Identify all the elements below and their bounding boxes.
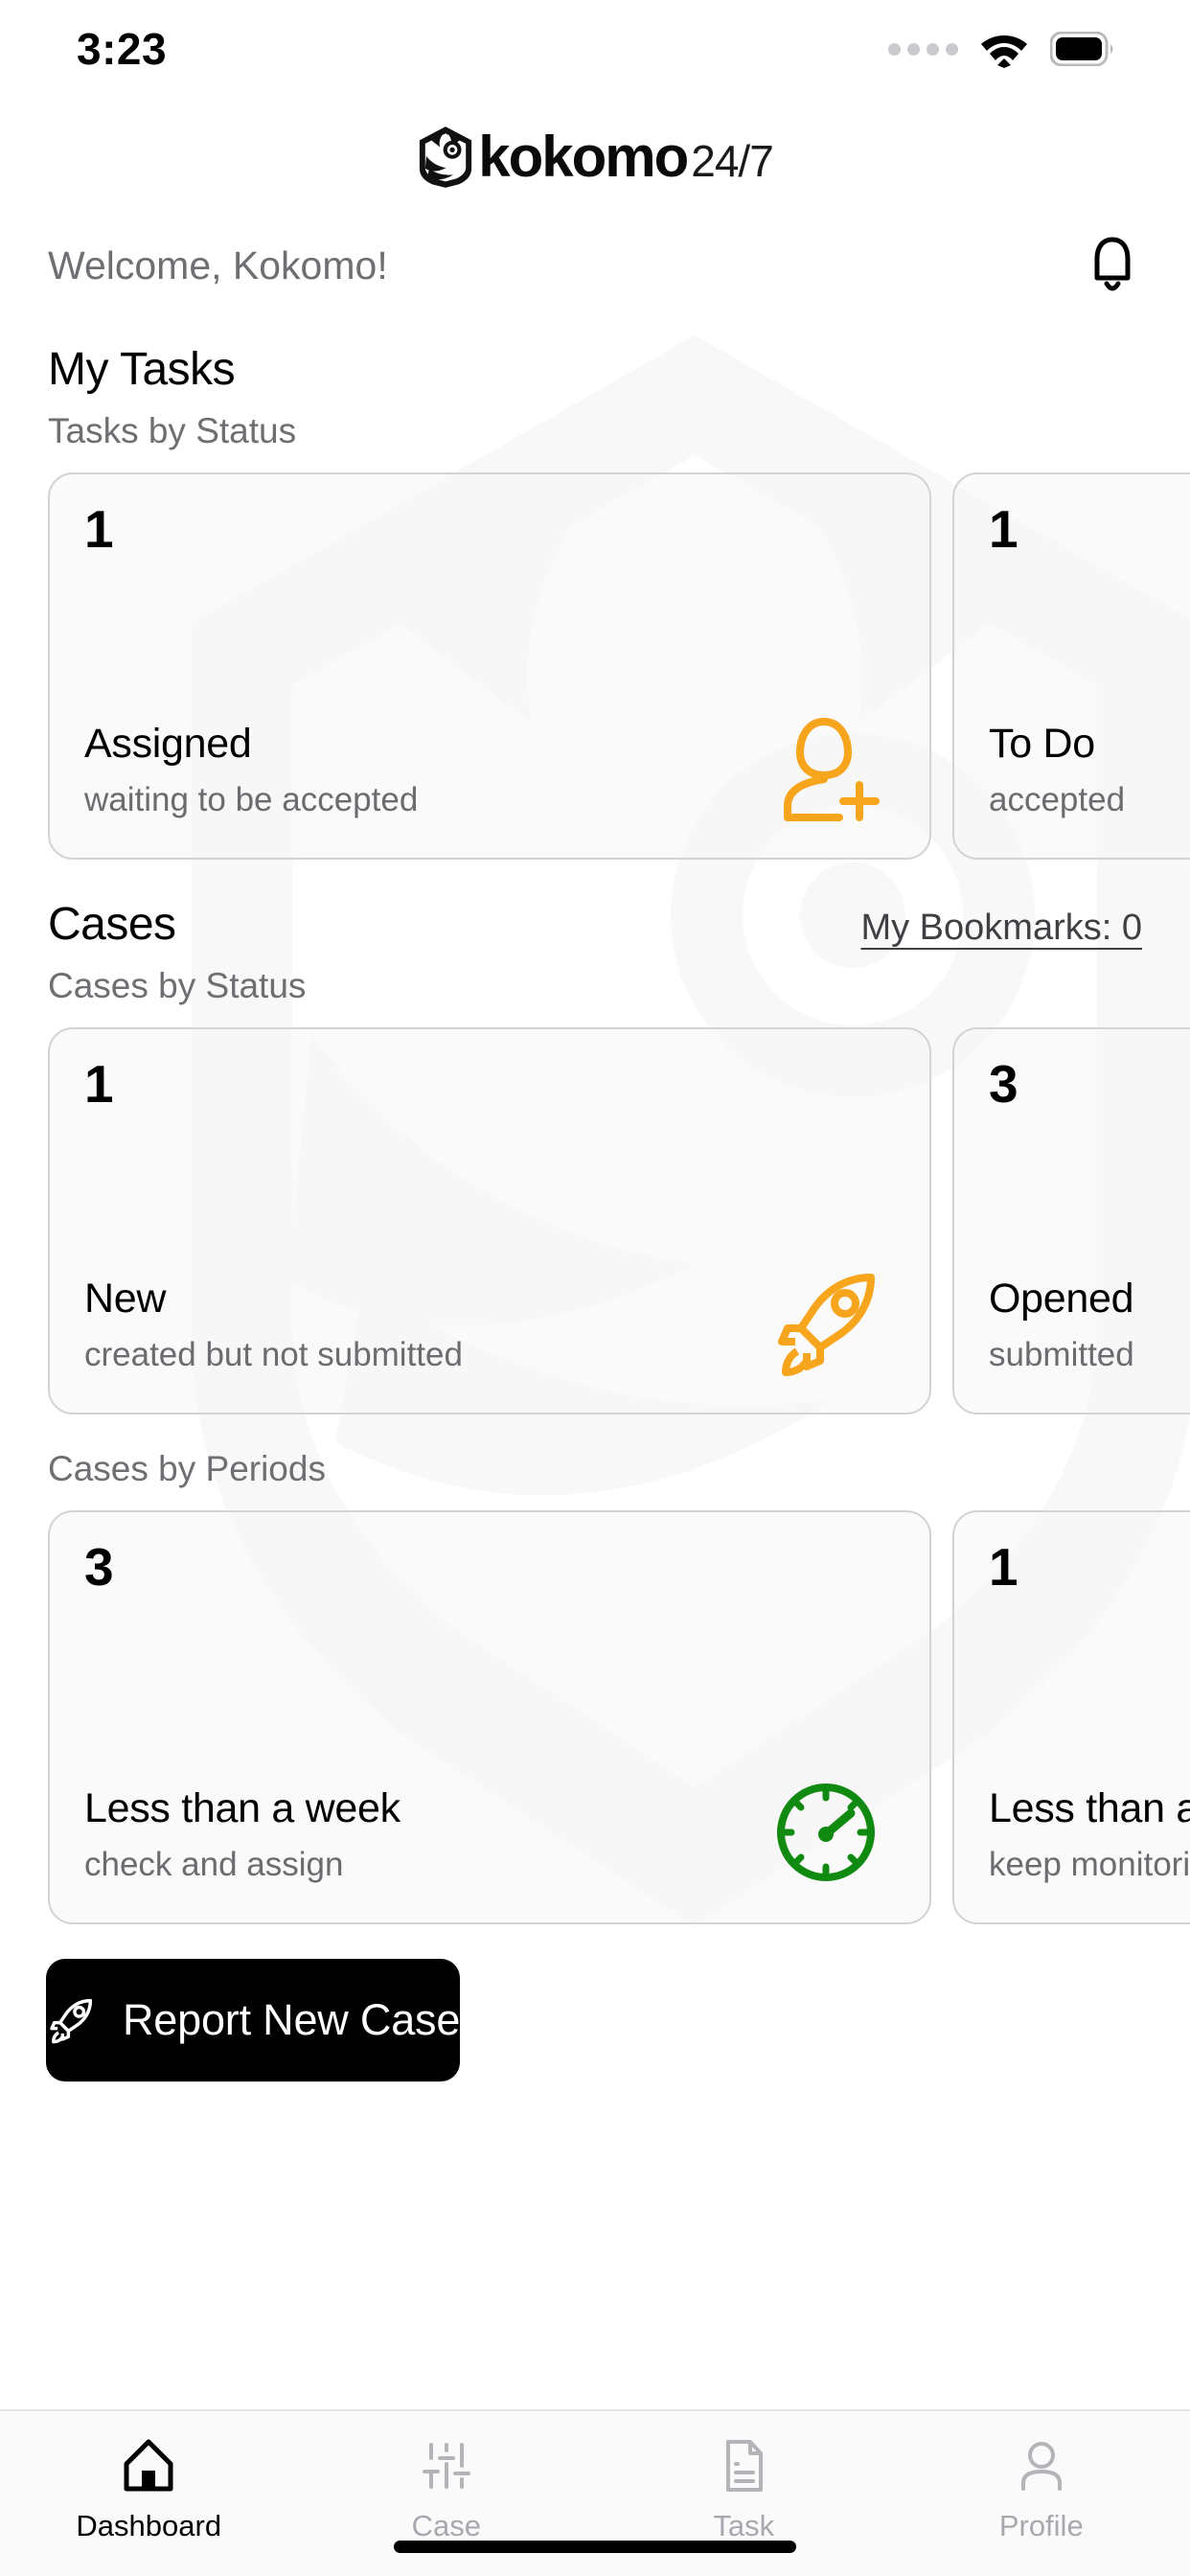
notifications-button[interactable] — [1079, 232, 1146, 299]
card-count: 1 — [989, 1537, 1018, 1597]
brand-suffix: 24/7 — [691, 136, 774, 186]
owl-logo-icon — [420, 126, 472, 188]
cases-periods-carousel[interactable]: 3 Less than a week check and assign 1 Le… — [0, 1510, 1190, 1924]
card-label: Less than a week — [84, 1785, 400, 1831]
card-count: 3 — [989, 1054, 1018, 1114]
card-label: Assigned — [84, 721, 252, 767]
card-description: accepted — [989, 781, 1126, 818]
card-count: 1 — [84, 1054, 114, 1114]
add-person-icon — [784, 717, 880, 821]
cases-title: Cases — [48, 899, 176, 950]
tab-profile[interactable]: Profile — [893, 2411, 1190, 2576]
status-time: 3:23 — [77, 24, 168, 74]
case-card-opened[interactable]: 3 Opened submitted — [952, 1027, 1190, 1414]
case-card-new[interactable]: 1 New created but not submitted — [48, 1027, 931, 1414]
home-icon — [124, 2436, 173, 2496]
tab-dashboard[interactable]: Dashboard — [0, 2411, 298, 2576]
cases-periods-subtitle: Cases by Periods — [48, 1449, 326, 1488]
card-description: created but not submitted — [84, 1336, 463, 1373]
period-card-less-than-month[interactable]: 1 Less than a month keep monitoring — [952, 1510, 1190, 1924]
card-count: 1 — [84, 499, 114, 559]
battery-full-icon — [1050, 32, 1113, 66]
tab-label: Dashboard — [76, 2509, 222, 2542]
my-bookmarks-link[interactable]: My Bookmarks: 0 — [860, 908, 1142, 949]
welcome-message: Welcome, Kokomo! — [48, 242, 388, 288]
app-logo: kokomo 24/7 — [0, 119, 1190, 196]
tasks-title: My Tasks — [48, 344, 236, 395]
bell-icon — [1094, 237, 1131, 291]
person-icon — [1017, 2436, 1066, 2496]
card-description: check and assign — [84, 1846, 344, 1883]
cases-status-carousel[interactable]: 1 New created but not submitted 3 Opened… — [0, 1027, 1190, 1414]
period-card-less-than-week[interactable]: 3 Less than a week check and assign — [48, 1510, 931, 1924]
brand-name: kokomo — [478, 125, 689, 189]
tab-label: Case — [411, 2509, 481, 2542]
card-label: Less than a month — [989, 1785, 1190, 1831]
document-icon — [719, 2436, 768, 2496]
welcome-row: Welcome, Kokomo! — [0, 228, 1190, 303]
status-bar: 3:23 — [0, 0, 1190, 92]
cases-section-header: Cases My Bookmarks: 0 — [0, 898, 1190, 951]
card-label: Opened — [989, 1276, 1134, 1322]
card-count: 3 — [84, 1537, 114, 1597]
cases-status-subtitle: Cases by Status — [48, 966, 307, 1005]
tab-label: Task — [713, 2509, 775, 2542]
card-count: 1 — [989, 499, 1018, 559]
task-card-assigned[interactable]: 1 Assigned waiting to be accepted — [48, 472, 931, 860]
rocket-icon — [778, 1274, 875, 1376]
status-icons — [888, 24, 1115, 68]
task-card-todo[interactable]: 1 To Do accepted — [952, 472, 1190, 860]
tasks-section-header: My Tasks — [0, 343, 1190, 396]
card-description: waiting to be accepted — [84, 781, 419, 818]
rocket-icon — [50, 1998, 93, 2044]
gauge-icon — [777, 1783, 875, 1881]
home-indicator — [394, 2541, 796, 2553]
signal-dots-icon — [888, 42, 958, 56]
tab-label: Profile — [998, 2509, 1084, 2542]
card-label: New — [84, 1276, 167, 1322]
report-new-case-label: Report New Case — [123, 1995, 461, 2044]
card-label: To Do — [989, 721, 1095, 767]
report-new-case-button[interactable]: Report New Case — [46, 1959, 460, 2082]
wifi-icon — [981, 35, 1027, 68]
app-screen: 3:23 kokomo 24/7 Welcome, Kokomo! My Tas… — [0, 0, 1190, 2576]
tasks-subtitle: Tasks by Status — [48, 411, 297, 450]
card-description: submitted — [989, 1336, 1134, 1373]
sliders-icon — [422, 2436, 471, 2496]
tasks-carousel[interactable]: 1 Assigned waiting to be accepted 1 To D… — [0, 472, 1190, 860]
card-description: keep monitoring — [989, 1846, 1190, 1883]
